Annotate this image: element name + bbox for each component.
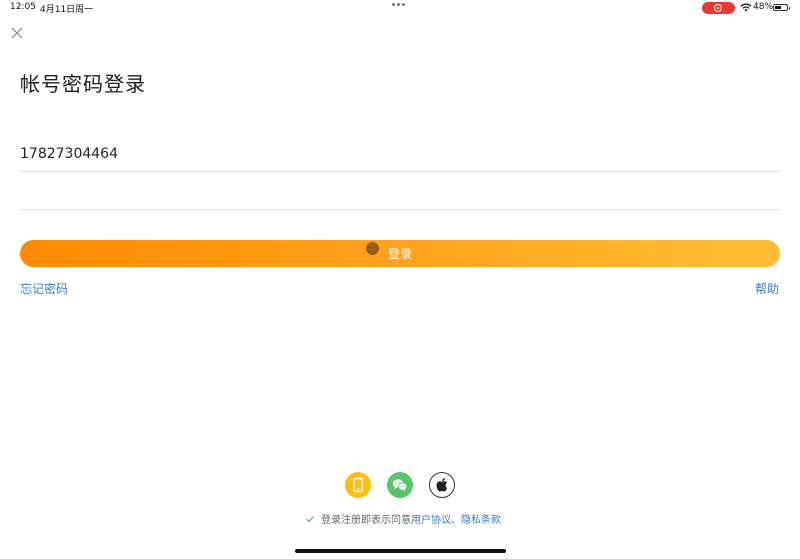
multitasking-dots-icon[interactable] [392, 3, 408, 9]
screen-recording-icon[interactable] [702, 2, 735, 14]
status-date: 4月11日周一 [40, 5, 94, 15]
wifi-icon [740, 3, 752, 12]
account-input[interactable] [20, 136, 780, 171]
wechat-icon [392, 479, 408, 492]
login-button[interactable]: 登录 [20, 240, 780, 267]
touch-indicator [366, 242, 379, 255]
password-field-wrapper [20, 174, 780, 210]
battery-percentage: 48% [753, 2, 774, 12]
privacy-policy-link[interactable]: 隐私条款 [461, 515, 501, 526]
user-agreement-link[interactable]: 用户协议 [411, 515, 451, 526]
page-title: 帐号密码登录 [20, 72, 146, 96]
checkmark-icon[interactable] [305, 514, 315, 524]
apple-login-button[interactable] [429, 472, 455, 498]
apple-icon [436, 478, 448, 492]
help-link[interactable]: 帮助 [755, 280, 779, 297]
password-input[interactable] [20, 174, 780, 209]
agreement-text: 登录注册即表示同意 [321, 515, 411, 526]
agreement-row: 登录注册即表示同意用户协议、隐私条款 [305, 511, 501, 526]
status-bar: 12:05 4月11日周一 48% [0, 0, 800, 16]
close-icon[interactable] [10, 26, 24, 40]
battery-icon [773, 4, 790, 11]
home-indicator[interactable] [295, 549, 506, 553]
agreement-separator: 、 [451, 515, 461, 526]
phone-login-button[interactable] [345, 472, 371, 498]
account-field-wrapper [20, 136, 780, 172]
status-time: 12:05 [10, 2, 36, 12]
forgot-password-link[interactable]: 忘记密码 [20, 280, 68, 297]
phone-icon [353, 477, 363, 493]
wechat-login-button[interactable] [387, 472, 413, 498]
